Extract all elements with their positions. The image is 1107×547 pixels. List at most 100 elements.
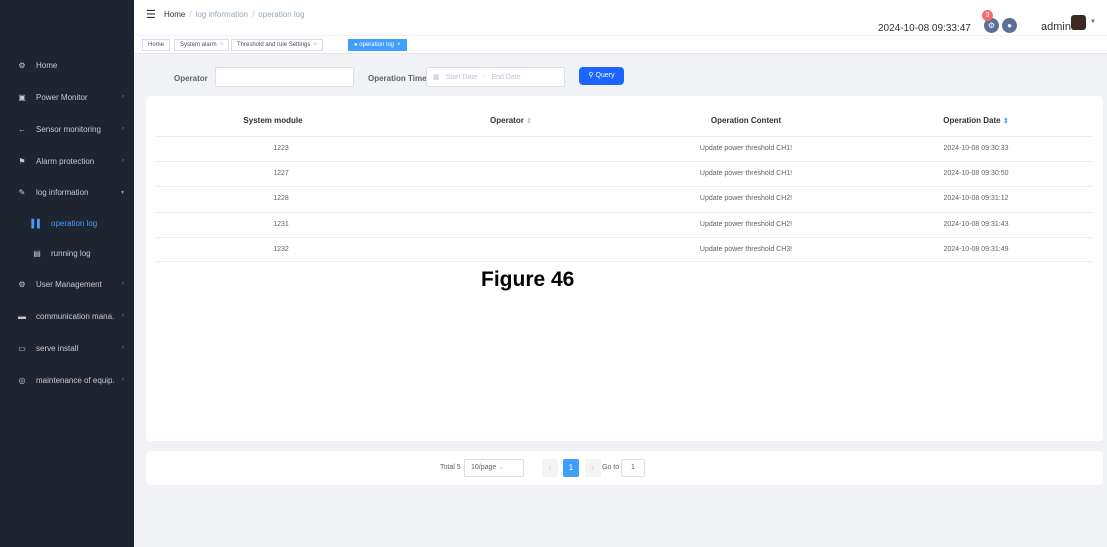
cell-date: 2024-10-08 09:31:12 — [943, 195, 1009, 202]
close-icon[interactable]: × — [397, 42, 401, 48]
tag-threshold-rule-settings[interactable]: Threshold and rule Settings × — [231, 39, 323, 51]
cell-date: 2024-10-08 09:30:50 — [943, 170, 1009, 177]
username[interactable]: admin — [1041, 21, 1071, 33]
total-count: Total 5 — [440, 464, 461, 471]
tag-label: System alarm — [180, 42, 217, 48]
date-range-picker[interactable]: ▦ Start Date - End Date — [426, 67, 565, 87]
chart-icon: ▌▌ — [31, 218, 43, 228]
goto-page-input[interactable]: 1 — [621, 459, 645, 477]
monitor-icon: ▣ — [18, 92, 26, 102]
sort-icon[interactable]: ⇕ — [1003, 118, 1009, 125]
chevron-left-icon: ‹ — [122, 345, 124, 351]
sidebar-item-label: Sensor monitoring — [36, 124, 101, 134]
tag-label: Threshold and rule Settings — [237, 42, 311, 48]
chevron-left-icon: ‹ — [122, 281, 124, 287]
header-system-module: System module — [243, 116, 303, 125]
sidebar: ⚙ Home ▣ Power Monitor ‹ ← Sensor monito… — [0, 0, 134, 547]
sidebar-item-label: maintenance of equip. — [36, 375, 115, 385]
query-button[interactable]: ⚲ Query — [579, 67, 624, 85]
server-icon: ▭ — [18, 343, 26, 353]
breadcrumb-home[interactable]: Home — [164, 10, 185, 19]
breadcrumb-operation-log: operation log — [258, 10, 305, 19]
log-icon: ✎ — [18, 187, 26, 197]
gear-icon: ⚙ — [18, 279, 26, 289]
filter-bar: Operator Operation Time ▦ Start Date - E… — [134, 55, 1107, 95]
range-separator: - — [483, 73, 486, 81]
breadcrumb-separator: / — [189, 10, 192, 19]
tag-operation-log[interactable]: ● operation log × — [348, 39, 407, 51]
operator-label: Operator — [174, 74, 208, 83]
sidebar-item-label: serve install — [36, 343, 79, 353]
chat-icon: ▬ — [18, 311, 26, 321]
caret-down-icon[interactable]: ▼ — [1090, 19, 1096, 25]
table-card: System module Operator ⇕ Operation Conte… — [146, 96, 1103, 441]
chevron-left-icon: ‹ — [122, 377, 124, 383]
sidebar-item-log-information[interactable]: ✎ log information ▾ — [0, 182, 134, 202]
sidebar-item-label: Home — [36, 60, 58, 70]
sensor-icon: ← — [18, 124, 26, 134]
goto-label: Go to — [602, 464, 620, 471]
menu-toggle-icon[interactable]: ☰ — [146, 8, 156, 21]
current-datetime: 2024-10-08 09:33:47 — [878, 23, 971, 34]
page-size-select[interactable]: 10/page ⌄ — [464, 459, 524, 477]
cell-module: 1232 — [273, 246, 289, 253]
sidebar-item-operation-log[interactable]: ▌▌ operation log — [0, 213, 134, 233]
sidebar-item-alarm-protection[interactable]: ⚑ Alarm protection ‹ — [0, 151, 134, 171]
cell-content: Update power threshold CH1! — [699, 145, 793, 152]
query-label: Query — [595, 72, 615, 79]
end-date-placeholder: End Date — [491, 73, 521, 81]
table-row[interactable]: 1232 Update power threshold CH3! 2024-10… — [156, 237, 1093, 262]
header-label: Operator — [490, 116, 524, 125]
table-row[interactable]: 1223 Update power threshold CH1! 2024-10… — [156, 136, 1093, 161]
chevron-left-icon: ‹ — [122, 126, 124, 132]
top-header: ☰ Home / log information / operation log… — [134, 0, 1107, 35]
figure-caption: Figure 46 — [481, 268, 575, 291]
operator-input[interactable] — [215, 67, 354, 87]
close-icon[interactable]: × — [313, 42, 317, 48]
message-icon[interactable]: ● — [1002, 18, 1017, 33]
chevron-left-icon: ‹ — [122, 94, 124, 100]
sidebar-item-serve-install[interactable]: ▭ serve install ‹ — [0, 338, 134, 358]
header-operator[interactable]: Operator ⇕ — [456, 116, 566, 125]
cell-content: Update power threshold CH2! — [699, 221, 793, 228]
cell-date: 2024-10-08 09:31:43 — [943, 221, 1009, 228]
sidebar-item-running-log[interactable]: ▤ running log — [0, 243, 134, 263]
cell-date: 2024-10-08 09:31:49 — [943, 246, 1009, 253]
sidebar-item-label: running log — [51, 248, 91, 258]
chevron-left-icon: ‹ — [122, 158, 124, 164]
cell-content: Update power threshold CH3! — [699, 246, 793, 253]
sidebar-item-sensor-monitoring[interactable]: ← Sensor monitoring ‹ — [0, 119, 134, 139]
table-row[interactable]: 1231 Update power threshold CH2! 2024-10… — [156, 212, 1093, 237]
cell-module: 1228 — [273, 195, 289, 202]
breadcrumb-log-information: log information — [195, 10, 249, 19]
header-label: Operation Date — [943, 116, 1001, 125]
alarm-icon: ⚑ — [18, 156, 26, 166]
sidebar-item-power-monitor[interactable]: ▣ Power Monitor ‹ — [0, 87, 134, 107]
sidebar-item-label: User Management — [36, 279, 102, 289]
dashboard-icon: ⚙ — [18, 60, 26, 70]
sidebar-item-home[interactable]: ⚙ Home — [0, 55, 134, 75]
header-operation-date[interactable]: Operation Date ⇕ — [916, 116, 1036, 125]
sidebar-item-label: operation log — [51, 218, 98, 228]
sidebar-item-maintenance[interactable]: ◎ maintenance of equip. ‹ — [0, 370, 134, 390]
table-row[interactable]: 1228 Update power threshold CH2! 2024-10… — [156, 186, 1093, 211]
sort-icon[interactable]: ⇕ — [526, 118, 532, 125]
avatar[interactable] — [1071, 15, 1086, 30]
tags-view-bar: Home System alarm × Threshold and rule Se… — [134, 36, 1107, 54]
chevron-down-icon: ▾ — [120, 189, 124, 196]
page-size-value: 10/page — [471, 464, 497, 471]
tag-home[interactable]: Home — [142, 39, 171, 51]
table-row[interactable]: 1227 Update power threshold CH1! 2024-10… — [156, 161, 1093, 186]
sidebar-item-label: Alarm protection — [36, 156, 95, 166]
next-page-button[interactable]: › — [585, 459, 601, 477]
sidebar-item-user-management[interactable]: ⚙ User Management ‹ — [0, 274, 134, 294]
cell-module: 1227 — [273, 170, 289, 177]
tag-system-alarm[interactable]: System alarm × — [174, 39, 230, 51]
sidebar-item-communication[interactable]: ▬ communication mana. ‹ — [0, 306, 134, 326]
page-number-current[interactable]: 1 — [563, 459, 579, 477]
sidebar-item-label: Power Monitor — [36, 92, 88, 102]
prev-page-button[interactable]: ‹ — [542, 459, 558, 477]
pagination: Total 5 10/page ⌄ ‹ 1 › Go to 1 — [146, 451, 1103, 485]
close-icon[interactable]: × — [220, 42, 224, 48]
maintenance-icon: ◎ — [18, 375, 26, 385]
